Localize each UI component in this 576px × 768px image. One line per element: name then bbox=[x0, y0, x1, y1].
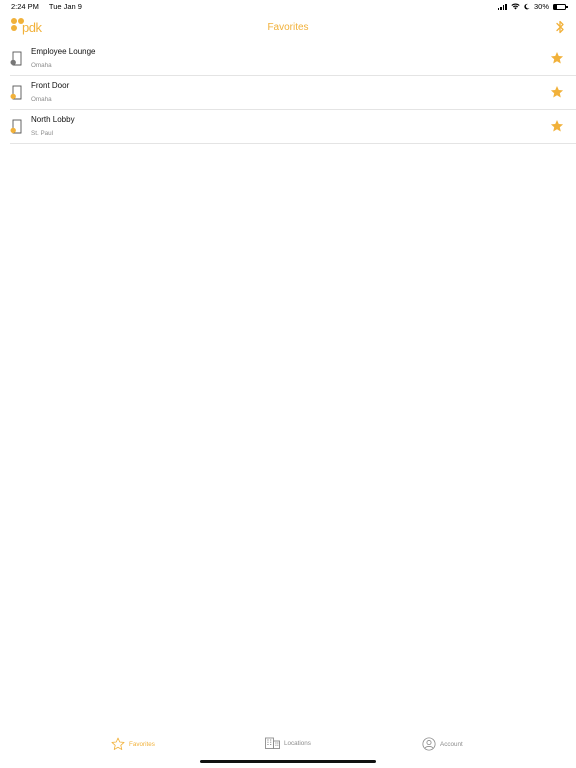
star-filled-icon[interactable] bbox=[550, 119, 564, 133]
favorite-name: Front Door bbox=[31, 81, 70, 90]
star-outline-icon bbox=[111, 737, 125, 750]
tab-favorites[interactable]: Favorites bbox=[111, 737, 155, 751]
battery-percent: 30% bbox=[533, 2, 549, 11]
cellular-signal-icon bbox=[497, 3, 507, 10]
star-filled-icon[interactable] bbox=[550, 51, 564, 65]
tab-account[interactable]: Account bbox=[422, 737, 463, 751]
tab-label: Account bbox=[440, 740, 463, 748]
favorites-list: Employee Lounge Omaha Front Door Omaha N… bbox=[0, 42, 576, 144]
status-bar: 2:24 PM Tue Jan 9 30% bbox=[0, 0, 576, 14]
nav-bar: pdk Favorites bbox=[0, 14, 576, 44]
tab-locations[interactable]: Locations bbox=[265, 737, 311, 749]
tab-label: Locations bbox=[284, 739, 311, 747]
moon-icon bbox=[524, 3, 530, 10]
star-filled-icon[interactable] bbox=[550, 85, 564, 99]
list-item[interactable]: Front Door Omaha bbox=[10, 76, 576, 110]
favorite-location: Omaha bbox=[31, 96, 52, 103]
list-item[interactable]: Employee Lounge Omaha bbox=[10, 42, 576, 76]
status-date: Tue Jan 9 bbox=[48, 2, 82, 11]
status-left: 2:24 PM Tue Jan 9 bbox=[11, 2, 90, 11]
status-right: 30% bbox=[497, 2, 568, 11]
door-lock-icon bbox=[10, 51, 22, 66]
battery-icon bbox=[553, 3, 568, 10]
account-icon bbox=[422, 737, 436, 751]
favorite-location: St. Paul bbox=[31, 130, 54, 137]
page-title: Favorites bbox=[267, 22, 309, 33]
door-lock-icon bbox=[10, 85, 22, 100]
favorite-location: Omaha bbox=[31, 62, 52, 69]
status-time: 2:24 PM bbox=[11, 2, 39, 11]
tab-bar: Favorites Locations Account bbox=[0, 736, 576, 756]
list-item[interactable]: North Lobby St. Paul bbox=[10, 110, 576, 144]
favorite-name: North Lobby bbox=[31, 115, 75, 124]
door-lock-icon bbox=[10, 119, 22, 134]
bluetooth-icon[interactable] bbox=[554, 19, 566, 35]
wifi-icon bbox=[511, 3, 520, 10]
favorite-name: Employee Lounge bbox=[31, 47, 96, 56]
building-icon bbox=[265, 737, 280, 749]
tab-label: Favorites bbox=[129, 740, 155, 748]
battery-level bbox=[554, 4, 558, 9]
home-indicator[interactable] bbox=[200, 760, 376, 763]
